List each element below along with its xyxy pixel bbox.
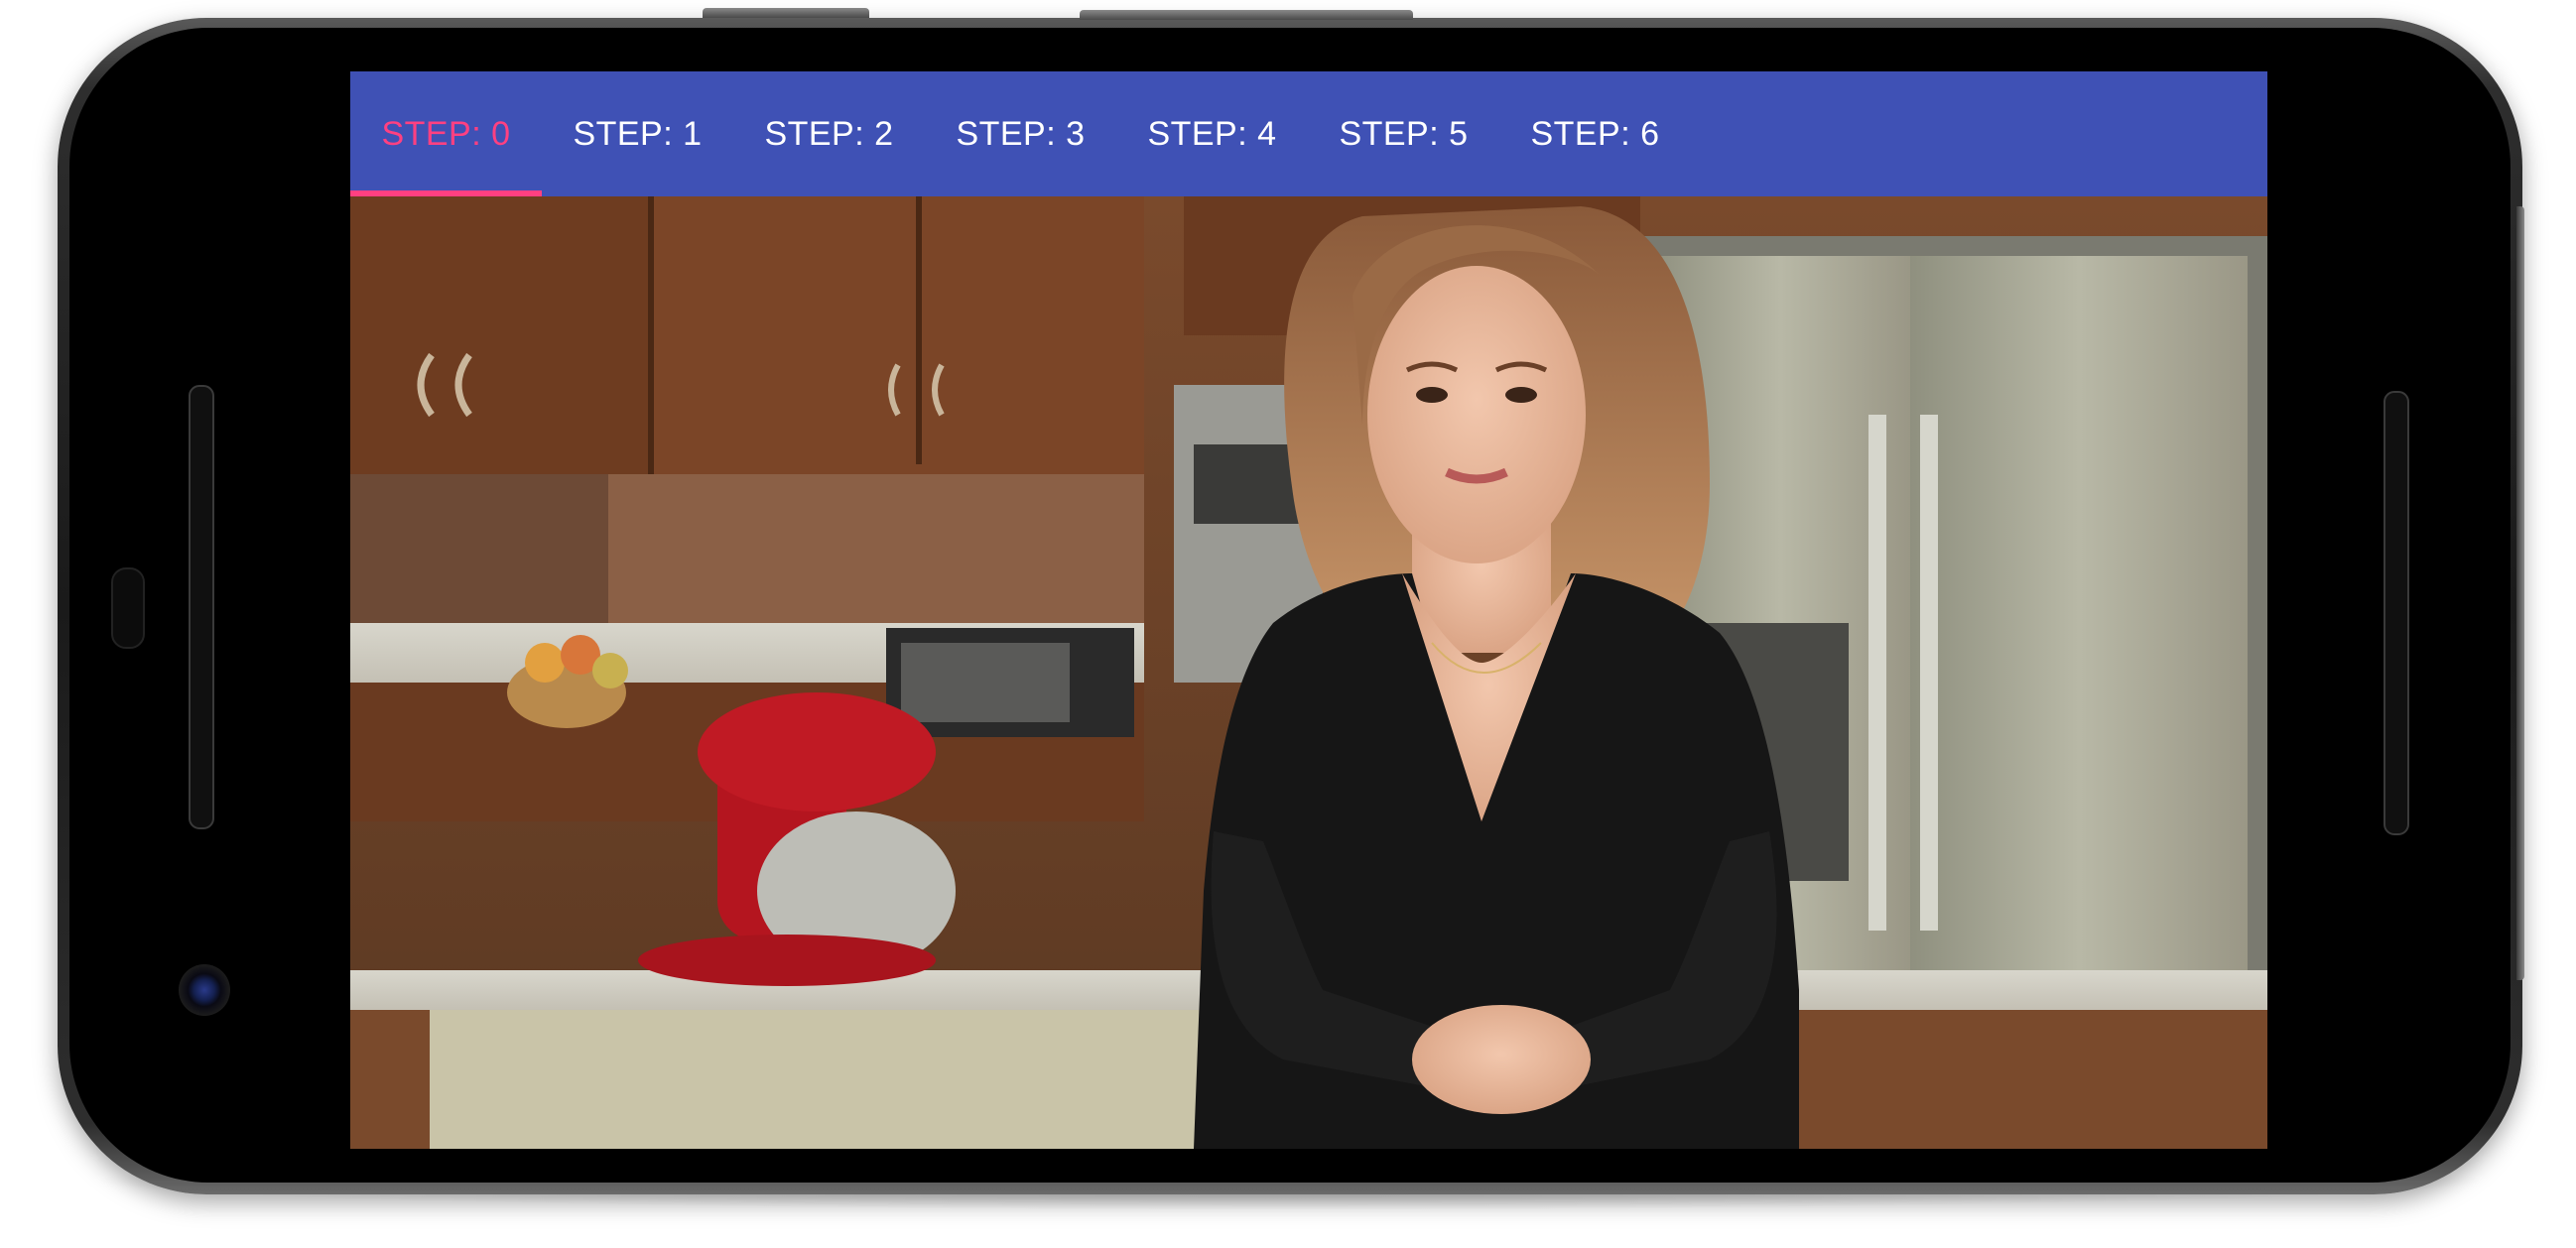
tab-label: STEP: 4 (1147, 114, 1277, 153)
proximity-sensor (111, 567, 145, 649)
volume-button (1080, 10, 1413, 20)
speaker-grille-right (2383, 391, 2409, 835)
tab-step-0[interactable]: STEP: 0 (350, 71, 542, 196)
front-camera-icon (179, 964, 230, 1016)
tab-step-1[interactable]: STEP: 1 (542, 71, 733, 196)
tab-label: STEP: 2 (764, 114, 894, 153)
tab-label: STEP: 5 (1339, 114, 1469, 153)
tab-step-2[interactable]: STEP: 2 (733, 71, 925, 196)
tab-label: STEP: 6 (1530, 114, 1660, 153)
tab-step-5[interactable]: STEP: 5 (1308, 71, 1499, 196)
video-frame-image (350, 196, 2267, 1149)
tab-step-4[interactable]: STEP: 4 (1116, 71, 1308, 196)
tab-label: STEP: 3 (956, 114, 1086, 153)
power-button (703, 8, 869, 18)
device-frame: STEP: 0 STEP: 1 STEP: 2 STEP: 3 STEP: 4 … (0, 0, 2576, 1248)
tab-step-6[interactable]: STEP: 6 (1499, 71, 1691, 196)
speaker-grille-left (189, 385, 214, 829)
step-tab-bar[interactable]: STEP: 0 STEP: 1 STEP: 2 STEP: 3 STEP: 4 … (350, 71, 2267, 196)
phone-edge (2516, 206, 2524, 980)
app-screen: STEP: 0 STEP: 1 STEP: 2 STEP: 3 STEP: 4 … (350, 71, 2267, 1149)
video-player[interactable] (350, 196, 2267, 1149)
tab-step-3[interactable]: STEP: 3 (925, 71, 1116, 196)
tab-label: STEP: 0 (381, 114, 511, 153)
tab-label: STEP: 1 (573, 114, 703, 153)
